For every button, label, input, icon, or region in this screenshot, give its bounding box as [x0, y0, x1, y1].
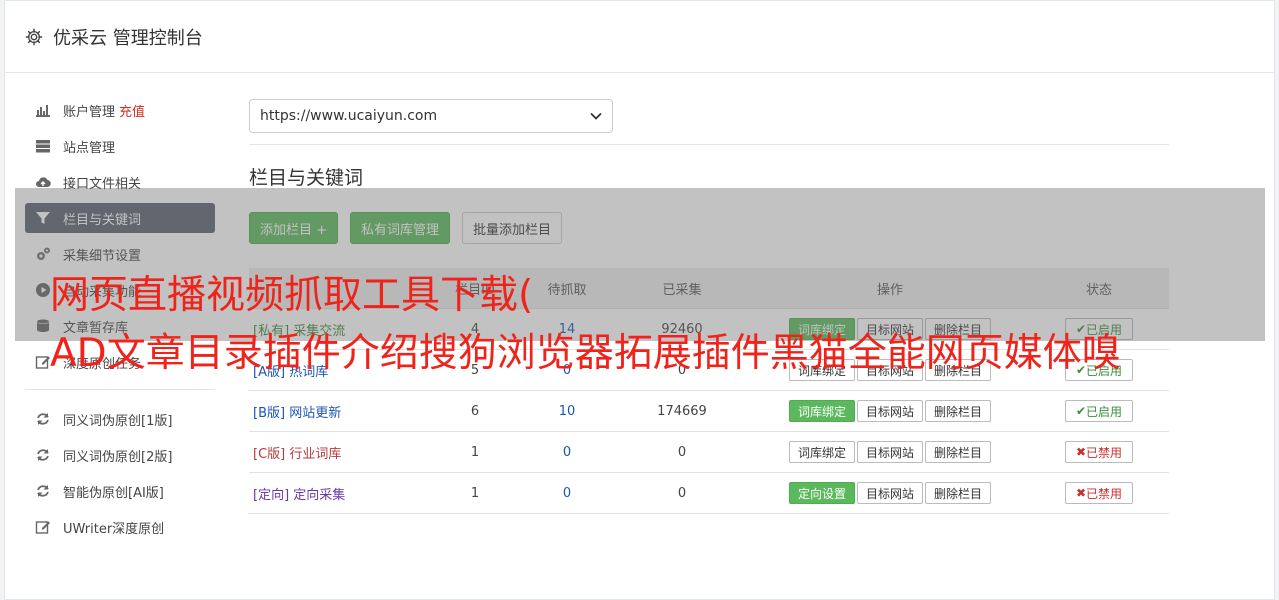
status-toggle[interactable]: ✔ 已启用	[1064, 400, 1134, 422]
status-label: 已禁用	[1086, 486, 1123, 501]
status-label: 已禁用	[1086, 445, 1123, 460]
column-link[interactable]: [定向] 定向采集	[253, 488, 345, 503]
status-toggle[interactable]: ✖ 已禁用	[1064, 441, 1134, 463]
sidebar-item-ai-original[interactable]: 智能伪原创[AI版]	[25, 476, 215, 506]
actions-cell: 词库绑定 目标网站 删除栏目	[751, 431, 1029, 473]
sidebar-divider	[25, 389, 215, 390]
close-icon: ✖	[1075, 445, 1087, 459]
pending-count-cell: 0	[521, 431, 613, 473]
status-label: 已启用	[1086, 404, 1123, 419]
status-toggle[interactable]: ✖ 已禁用	[1064, 482, 1134, 504]
site-select-value: https://www.ucaiyun.com	[260, 108, 438, 124]
column-name: 定向采集	[293, 487, 346, 503]
collected-count-cell: 0	[613, 472, 751, 514]
bar-chart-icon	[36, 105, 50, 117]
sidebar-item-label: 同义词伪原创[1版]	[63, 413, 173, 429]
column-name-cell: [C版] 行业词库	[249, 431, 429, 473]
status-cell: ✖ 已禁用	[1029, 472, 1169, 514]
collected-count-cell: 0	[613, 431, 751, 473]
column-name: 网站更新	[289, 405, 342, 421]
column-tag: [B版]	[253, 405, 286, 421]
sidebar-item-label: UWriter深度原创	[63, 521, 165, 537]
target-site-button[interactable]: 目标网站	[856, 441, 923, 463]
recharge-link[interactable]: 充值	[119, 101, 145, 120]
divider	[249, 144, 1169, 145]
page-title: 优采云 管理控制台	[53, 27, 203, 49]
server-icon	[36, 140, 50, 153]
lexicon-bind-button[interactable]: 词库绑定	[788, 400, 855, 422]
column-tag: [C版]	[253, 446, 286, 462]
sidebar-item-uwriter[interactable]: UWriter深度原创	[25, 512, 215, 542]
column-name-cell: [定向] 定向采集	[249, 472, 429, 514]
actions-cell: 定向设置 目标网站 删除栏目	[751, 472, 1029, 514]
target-site-button[interactable]: 目标网站	[856, 482, 923, 504]
status-cell: ✖ 已禁用	[1029, 431, 1169, 473]
column-id-cell: 1	[429, 431, 521, 473]
check-icon: ✔	[1075, 404, 1087, 418]
column-name: 行业词库	[289, 446, 342, 462]
chevron-down-icon	[590, 112, 602, 120]
sidebar-item-label: 智能伪原创[AI版]	[63, 485, 164, 501]
column-tag: [定向]	[253, 487, 290, 503]
overlay-text-line2: AD文章目录插件介绍搜狗浏览器拓展插件黑猫全能网页媒体嗅	[50, 331, 1121, 376]
actions-cell: 词库绑定 目标网站 删除栏目	[751, 390, 1029, 432]
collected-count-cell: 174669	[613, 390, 751, 432]
target-site-button[interactable]: 目标网站	[856, 400, 923, 422]
refresh-icon	[37, 485, 49, 497]
watermark-overlay	[15, 188, 1265, 341]
section-title: 栏目与关键词	[249, 167, 364, 189]
site-select[interactable]: https://www.ucaiyun.com	[249, 99, 613, 133]
pending-count-cell: 10	[521, 390, 613, 432]
lexicon-bind-button[interactable]: 词库绑定	[788, 441, 855, 463]
pending-count-cell: 0	[521, 472, 613, 514]
close-icon: ✖	[1075, 486, 1087, 500]
refresh-icon	[37, 449, 49, 461]
delete-column-button[interactable]: 删除栏目	[925, 441, 992, 463]
status-cell: ✔ 已启用	[1029, 390, 1169, 432]
sidebar-item-synonym-v1[interactable]: 同义词伪原创[1版]	[25, 404, 215, 434]
table-row: [B版] 网站更新 6 10 174669 词库绑定 目标网站 删除栏目 ✔ 已启用	[249, 390, 1169, 432]
column-id-cell: 1	[429, 472, 521, 514]
column-link[interactable]: [B版] 网站更新	[253, 406, 341, 421]
delete-column-button[interactable]: 删除栏目	[925, 482, 992, 504]
refresh-icon	[37, 413, 49, 425]
sidebar-item-label: 站点管理	[63, 140, 116, 156]
gear-icon	[25, 28, 43, 45]
edit-icon	[35, 356, 50, 369]
sidebar-item-sites[interactable]: 站点管理	[25, 131, 215, 161]
column-id-cell: 6	[429, 390, 521, 432]
overlay-text-line1: 网页直播视频抓取工具下载(	[50, 273, 534, 318]
panel-header: 优采云 管理控制台	[5, 1, 1274, 73]
edit-icon	[35, 521, 50, 534]
sidebar-item-synonym-v2[interactable]: 同义词伪原创[2版]	[25, 440, 215, 470]
sidebar-item-account[interactable]: 账户管理 充值	[25, 95, 215, 125]
delete-column-button[interactable]: 删除栏目	[925, 400, 992, 422]
table-row: [定向] 定向采集 1 0 0 定向设置 目标网站 删除栏目 ✖ 已禁用	[249, 472, 1169, 514]
sidebar-item-label: 账户管理	[63, 104, 116, 120]
column-name-cell: [B版] 网站更新	[249, 390, 429, 432]
column-link[interactable]: [C版] 行业词库	[253, 447, 341, 462]
lexicon-bind-button[interactable]: 定向设置	[788, 482, 855, 504]
sidebar-item-label: 同义词伪原创[2版]	[63, 449, 173, 465]
table-row: [C版] 行业词库 1 0 0 词库绑定 目标网站 删除栏目 ✖ 已禁用	[249, 431, 1169, 473]
